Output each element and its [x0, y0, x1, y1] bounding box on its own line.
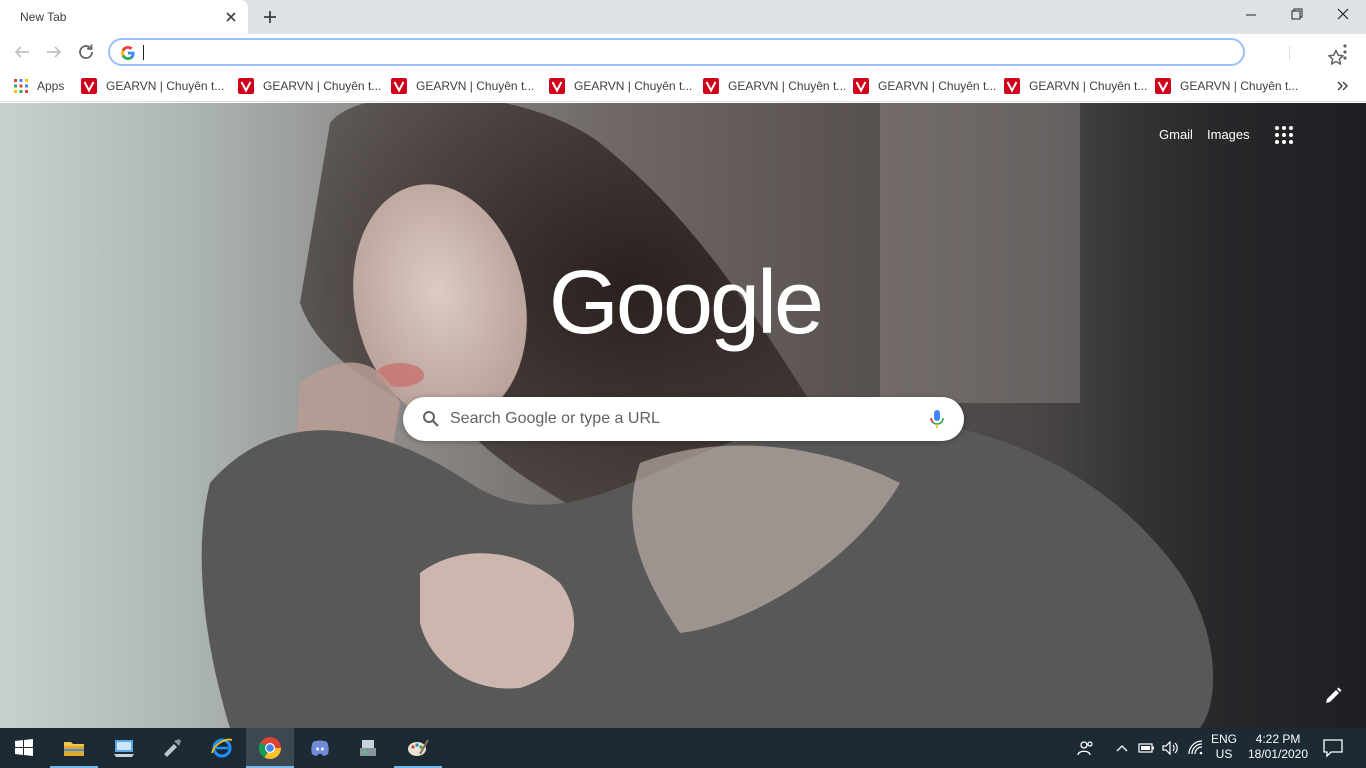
file-explorer-icon[interactable] — [50, 728, 98, 768]
pencil-icon[interactable] — [1322, 685, 1344, 707]
close-icon[interactable] — [222, 8, 240, 26]
computer-icon[interactable] — [100, 728, 148, 768]
clock-time: 4:22 PM — [1255, 732, 1301, 746]
bookmarks-bar: Apps GEARVN | Chuyên t... GEARVN | Chuyê… — [0, 70, 1366, 102]
new-tab-page: Gmail Images Google — [0, 103, 1366, 728]
bookmark-label: GEARVN | Chuyên t... — [1029, 79, 1148, 93]
bookmark-apps[interactable]: Apps — [14, 75, 64, 97]
gearvn-favicon-icon — [81, 78, 97, 94]
internet-explorer-icon[interactable] — [198, 728, 246, 768]
clock-date: 18/01/2020 — [1247, 747, 1309, 761]
tab-title: New Tab — [20, 10, 67, 24]
google-apps-icon[interactable] — [1272, 123, 1296, 147]
battery-icon[interactable] — [1136, 738, 1156, 758]
bookmarks-overflow-button[interactable] — [1334, 76, 1352, 96]
new-tab-button[interactable] — [258, 6, 282, 28]
network-drive-icon[interactable] — [344, 728, 392, 768]
bookmark-item[interactable]: GEARVN | Chuyên t... — [1004, 75, 1147, 97]
bookmark-label: GEARVN | Chuyên t... — [728, 79, 847, 93]
bookmark-item[interactable]: GEARVN | Chuyên t... — [238, 75, 381, 97]
search-icon — [421, 409, 441, 429]
reload-button[interactable] — [74, 40, 98, 64]
bookmark-label: GEARVN | Chuyên t... — [106, 79, 225, 93]
bookmark-item[interactable]: GEARVN | Chuyên t... — [703, 75, 846, 97]
address-input[interactable] — [146, 43, 1186, 63]
people-icon[interactable] — [1076, 738, 1096, 758]
back-button[interactable] — [10, 40, 34, 64]
gearvn-favicon-icon — [549, 78, 565, 94]
text-caret — [143, 45, 144, 60]
bookmark-label: GEARVN | Chuyên t... — [574, 79, 693, 93]
bookmark-item[interactable]: GEARVN | Chuyên t... — [549, 75, 692, 97]
system-clock[interactable]: 4:22 PM 18/01/2020 — [1244, 732, 1312, 762]
bookmark-item[interactable]: GEARVN | Chuyên t... — [1155, 75, 1298, 97]
toolbar-divider — [1289, 46, 1290, 60]
discord-icon[interactable] — [296, 728, 344, 768]
restore-button[interactable] — [1274, 0, 1320, 30]
google-g-icon — [120, 45, 136, 61]
notification-icon[interactable] — [1322, 738, 1344, 758]
chevron-up-icon[interactable] — [1112, 738, 1132, 758]
gearvn-favicon-icon — [703, 78, 719, 94]
more-menu-icon[interactable] — [1333, 40, 1357, 64]
volume-icon[interactable] — [1160, 738, 1180, 758]
bookmark-label: GEARVN | Chuyên t... — [416, 79, 535, 93]
google-logo: Google — [540, 253, 830, 363]
google-logo-text: Google — [549, 253, 821, 353]
bookmark-label: Apps — [37, 79, 65, 93]
gearvn-favicon-icon — [238, 78, 254, 94]
paint-icon[interactable] — [394, 728, 442, 768]
windows-taskbar: ENG US 4:22 PM 18/01/2020 — [0, 728, 1366, 768]
bookmark-label: GEARVN | Chuyên t... — [878, 79, 997, 93]
language-indicator[interactable]: ENG US — [1208, 732, 1240, 762]
tab-strip: New Tab — [0, 0, 1366, 34]
images-link[interactable]: Images — [1207, 127, 1250, 142]
gearvn-favicon-icon — [1004, 78, 1020, 94]
browser-toolbar — [0, 34, 1366, 70]
bookmark-label: GEARVN | Chuyên t... — [263, 79, 382, 93]
gmail-link[interactable]: Gmail — [1159, 127, 1193, 142]
bookmark-item[interactable]: GEARVN | Chuyên t... — [853, 75, 996, 97]
minimize-button[interactable] — [1228, 0, 1274, 30]
windows-start-icon[interactable] — [0, 728, 48, 768]
language-code: ENG — [1210, 732, 1237, 746]
bookmark-item[interactable]: GEARVN | Chuyên t... — [81, 75, 224, 97]
ntp-search-box[interactable] — [403, 397, 964, 441]
microphone-icon[interactable] — [926, 408, 948, 430]
tab-new-tab[interactable]: New Tab — [0, 0, 248, 34]
address-bar[interactable] — [108, 38, 1344, 66]
bookmark-item[interactable]: GEARVN | Chuyên t... — [391, 75, 534, 97]
apps-grid-icon — [14, 79, 28, 93]
wifi-icon[interactable] — [1186, 738, 1206, 758]
language-region: US — [1215, 747, 1233, 761]
window-close-button[interactable] — [1320, 0, 1366, 30]
tool-icon[interactable] — [148, 728, 196, 768]
search-input[interactable] — [450, 408, 910, 430]
gearvn-favicon-icon — [1155, 78, 1171, 94]
gearvn-favicon-icon — [853, 78, 869, 94]
chrome-icon[interactable] — [246, 728, 294, 768]
gearvn-favicon-icon — [391, 78, 407, 94]
forward-button[interactable] — [42, 40, 66, 64]
bookmark-label: GEARVN | Chuyên t... — [1180, 79, 1299, 93]
